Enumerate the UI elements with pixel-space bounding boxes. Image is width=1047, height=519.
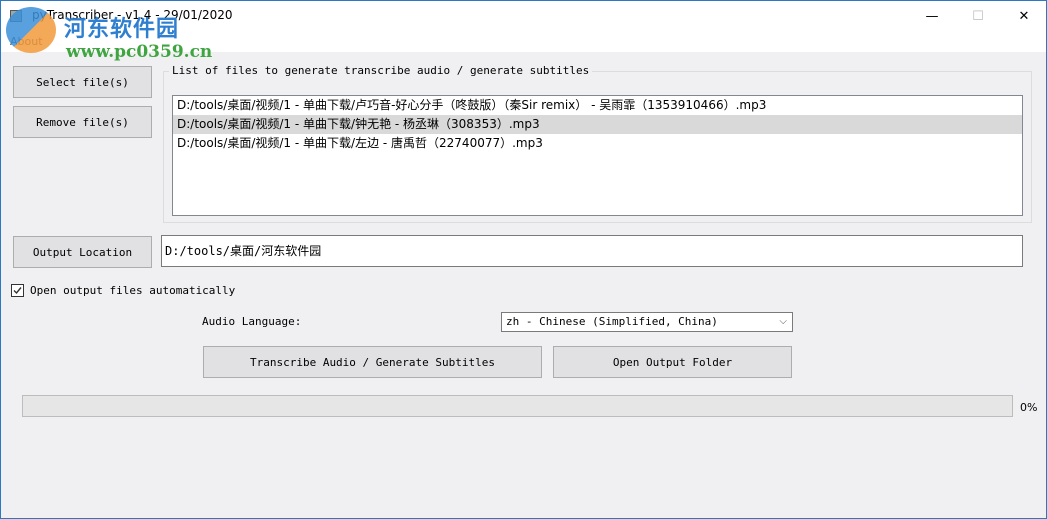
maximize-icon: ☐ xyxy=(972,9,984,24)
file-list-group-title: List of files to generate transcribe aud… xyxy=(169,64,593,77)
minimize-icon: — xyxy=(925,9,939,24)
progress-percent: 0% xyxy=(1020,401,1038,414)
file-list[interactable]: D:/tools/桌面/视频/1 - 单曲下载/卢巧音-好心分手（咚鼓版）（秦S… xyxy=(172,95,1023,216)
close-icon: ✕ xyxy=(1018,9,1030,24)
minimize-button[interactable]: — xyxy=(909,1,955,32)
select-files-button[interactable]: Select file(s) xyxy=(13,66,152,98)
audio-language-value: zh - Chinese (Simplified, China) xyxy=(506,315,718,328)
audio-language-label: Audio Language: xyxy=(202,315,302,328)
open-auto-label[interactable]: Open output files automatically xyxy=(30,284,235,297)
chevron-down-icon: ⌵ xyxy=(779,316,787,327)
output-location-button[interactable]: Output Location xyxy=(13,236,152,268)
menu-about[interactable]: About xyxy=(10,35,43,48)
progress-bar xyxy=(22,395,1013,417)
window-title: pyTranscriber - v1.4 - 29/01/2020 xyxy=(32,8,233,22)
title-bar: pyTranscriber - v1.4 - 29/01/2020 — ☐ ✕ xyxy=(1,1,1046,32)
audio-language-select[interactable]: zh - Chinese (Simplified, China) ⌵ xyxy=(501,312,793,332)
remove-files-button[interactable]: Remove file(s) xyxy=(13,106,152,138)
maximize-button[interactable]: ☐ xyxy=(955,1,1001,32)
checkmark-icon xyxy=(13,287,22,295)
transcribe-button[interactable]: Transcribe Audio / Generate Subtitles xyxy=(203,346,542,378)
file-list-item-selected[interactable]: D:/tools/桌面/视频/1 - 单曲下载/钟无艳 - 杨丞琳（308353… xyxy=(173,115,1022,134)
close-button[interactable]: ✕ xyxy=(1001,1,1047,32)
menu-bar: About xyxy=(1,32,1046,52)
file-list-item[interactable]: D:/tools/桌面/视频/1 - 单曲下载/左边 - 唐禹哲（2274007… xyxy=(173,134,1022,153)
app-icon xyxy=(10,10,22,22)
open-auto-checkbox[interactable] xyxy=(11,284,24,297)
file-list-item[interactable]: D:/tools/桌面/视频/1 - 单曲下载/卢巧音-好心分手（咚鼓版）（秦S… xyxy=(173,96,1022,115)
app-window: pyTranscriber - v1.4 - 29/01/2020 — ☐ ✕ … xyxy=(0,0,1047,519)
output-path-field[interactable]: D:/tools/桌面/河东软件园 xyxy=(161,235,1023,267)
open-output-folder-button[interactable]: Open Output Folder xyxy=(553,346,792,378)
